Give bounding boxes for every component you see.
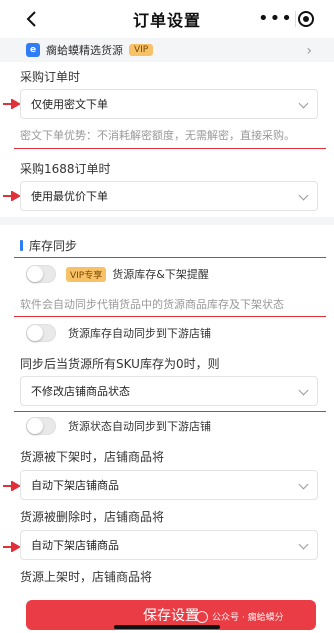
offshelf-label: 货源被下架时，店铺商品将	[20, 450, 165, 464]
annotation-line	[14, 316, 326, 317]
arrow-annotation-icon	[3, 191, 22, 201]
p1688-select[interactable]: 使用最优价下单	[20, 181, 318, 211]
stock-alert-toggle[interactable]	[26, 265, 56, 283]
app-source-row[interactable]: e 瘸蛤蟆精选货源 VIP ›	[0, 38, 334, 62]
vip-tag: VIP专享	[66, 266, 107, 282]
nav-bar: 订单设置 •••	[0, 0, 334, 38]
purchase-select[interactable]: 仅使用密文下单	[20, 89, 318, 119]
annotation-line	[14, 411, 326, 412]
annotation-line	[14, 148, 326, 149]
offshelf-select[interactable]: 自动下架店铺商品	[20, 470, 318, 500]
toggle-row-stock-alert: VIP专享 货源库存&下架提醒	[26, 265, 209, 283]
chevron-down-icon	[298, 98, 309, 109]
status-sync-toggle[interactable]	[26, 417, 56, 435]
section-bar	[20, 240, 23, 251]
stock-alert-hint: 软件会自动同步代销货品中的货源商品库存及下架状态	[20, 298, 284, 311]
p1688-label: 采购1688订单时	[20, 162, 111, 176]
annotation-line	[14, 257, 326, 258]
app-logo-icon: e	[26, 43, 40, 57]
purchase-hint: 密文下单优势：不消耗解密额度，无需解密，直接采购。	[20, 129, 295, 142]
chevron-down-icon	[298, 385, 309, 396]
section-title-text: 库存同步	[29, 239, 78, 253]
offshelf-select-value: 自动下架店铺商品	[31, 479, 119, 492]
section-title: 库存同步	[20, 237, 77, 254]
vip-badge: VIP	[129, 44, 154, 56]
home-indicator	[114, 625, 220, 629]
chevron-down-icon	[298, 190, 309, 201]
arrow-annotation-icon	[3, 99, 22, 109]
toggle-row-status-sync: 货源状态自动同步到下游店铺	[26, 417, 211, 435]
more-icon[interactable]: •••	[258, 10, 293, 28]
stock-alert-label: 货源库存&下架提醒	[112, 268, 209, 281]
wechat-icon	[196, 610, 208, 623]
watermark: 公众号 · 瘸蛤蟆分	[196, 610, 284, 623]
stock-sync-label: 货源库存自动同步到下游店铺	[68, 327, 211, 340]
sku-select-value: 不修改店铺商品状态	[31, 385, 130, 398]
chevron-down-icon	[298, 479, 309, 490]
chevron-right-icon: ›	[306, 43, 312, 59]
page-title: 订单设置	[132, 11, 201, 30]
sku-label: 同步后当货源所有SKU库存为0时，则	[20, 357, 220, 371]
watermark-text: 公众号 · 瘸蛤蟆分	[212, 613, 284, 623]
onshelf-label: 货源上架时，店铺商品将	[20, 570, 153, 584]
capsule-menu: •••	[250, 6, 320, 32]
target-icon[interactable]	[297, 11, 314, 27]
deleted-select[interactable]: 自动下架店铺商品	[20, 530, 318, 560]
back-icon[interactable]	[22, 9, 42, 29]
section-divider	[0, 217, 334, 225]
app-name: 瘸蛤蟆精选货源	[46, 44, 123, 57]
deleted-label: 货源被删除时，店铺商品将	[20, 510, 165, 524]
status-sync-label: 货源状态自动同步到下游店铺	[68, 420, 211, 433]
p1688-select-value: 使用最优价下单	[31, 190, 108, 203]
toggle-row-stock-sync: 货源库存自动同步到下游店铺	[26, 324, 211, 342]
arrow-annotation-icon	[3, 481, 22, 491]
arrow-annotation-icon	[3, 542, 22, 552]
purchase-label: 采购订单时	[20, 70, 81, 84]
deleted-select-value: 自动下架店铺商品	[31, 539, 119, 552]
chevron-down-icon	[298, 539, 309, 550]
purchase-select-value: 仅使用密文下单	[31, 98, 108, 111]
stock-sync-toggle[interactable]	[26, 324, 56, 342]
divider	[294, 11, 296, 27]
sku-select[interactable]: 不修改店铺商品状态	[20, 376, 318, 406]
